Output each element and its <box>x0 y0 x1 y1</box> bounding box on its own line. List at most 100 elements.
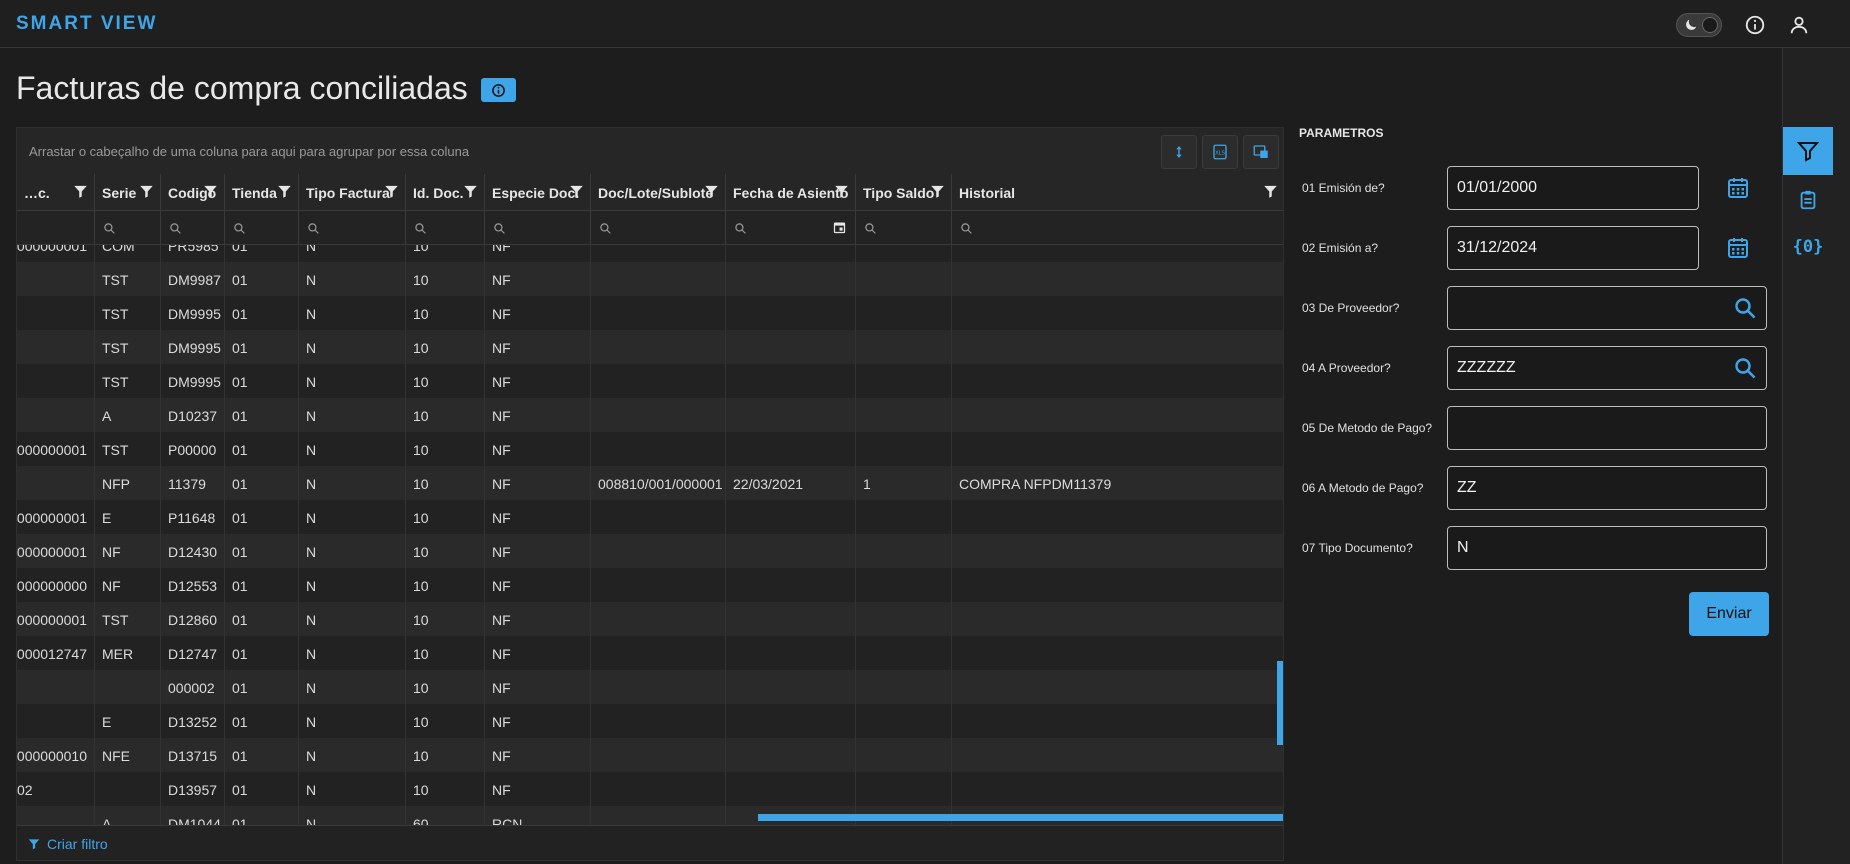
cell-historial <box>952 500 1283 534</box>
info-icon[interactable] <box>1744 14 1766 36</box>
calendar-icon[interactable] <box>832 220 847 235</box>
table-row[interactable]: 02 D13957 01 N 10 NF <box>17 772 1283 806</box>
column-header-label: Tipo Factura <box>306 185 390 201</box>
column-filter-icon[interactable] <box>463 184 478 199</box>
table-row[interactable]: 0000000001NFD1243001N10NF <box>17 534 1283 568</box>
column-header-doc-prefix[interactable]: …c. <box>17 174 95 211</box>
submit-button[interactable]: Enviar <box>1689 592 1769 636</box>
column-header-tipo-saldo[interactable]: Tipo Saldo <box>856 174 952 211</box>
cell-tienda: 01 <box>225 466 299 500</box>
cell-id-doc: 10 <box>406 534 485 568</box>
cell-tipo-saldo <box>856 398 952 432</box>
column-filter-icon[interactable] <box>139 184 154 199</box>
column-header-tipo-factura[interactable]: Tipo Factura <box>299 174 406 211</box>
table-row[interactable]: 0000012747MERD1274701N10NF <box>17 636 1283 670</box>
group-panel[interactable]: Arrastar o cabeçalho de uma coluna para … <box>17 128 1283 174</box>
column-header-especie-doc[interactable]: Especie Doc. <box>485 174 591 211</box>
column-header-serie[interactable]: Serie <box>95 174 161 211</box>
filter-input-tipo-factura[interactable] <box>299 211 406 245</box>
column-filter-icon[interactable] <box>1263 184 1278 199</box>
column-filter-icon[interactable] <box>203 184 218 199</box>
column-filter-icon[interactable] <box>569 184 584 199</box>
column-filter-icon[interactable] <box>73 184 88 199</box>
a-proveedor-input[interactable]: ZZZZZZ <box>1447 346 1767 390</box>
cell-serie: MER <box>95 636 161 670</box>
table-row[interactable]: 0000000001EP1164801N10NF <box>17 500 1283 534</box>
user-icon[interactable] <box>1788 14 1810 36</box>
search-icon <box>308 223 319 234</box>
column-header-tienda[interactable]: Tienda <box>225 174 299 211</box>
right-rail: {0} <box>1782 48 1850 864</box>
group-hint: Arrastar o cabeçalho de uma coluna para … <box>29 144 470 159</box>
table-row[interactable]: NFP 11379 01 N 10 NF 008810/001/000001 22/03/20… <box>17 466 1283 500</box>
cell-historial <box>952 398 1283 432</box>
emision-de-input[interactable]: 01/01/2000 <box>1447 166 1699 210</box>
rail-variables-button[interactable]: {0} <box>1783 223 1833 271</box>
param-row-de-metodo-pago: 05 De Metodo de Pago? <box>1290 406 1780 450</box>
theme-toggle[interactable] <box>1676 13 1722 37</box>
filter-input-tienda[interactable] <box>225 211 299 245</box>
column-filter-icon[interactable] <box>930 184 945 199</box>
tipo-documento-input[interactable]: N <box>1447 526 1767 570</box>
filter-input-fecha-asiento[interactable] <box>726 211 856 245</box>
filter-input-especie-doc[interactable] <box>485 211 591 245</box>
create-filter-button[interactable]: Criar filtro <box>27 836 108 852</box>
table-row[interactable]: E D13252 01 N 10 NF <box>17 704 1283 738</box>
param-row-a-metodo-pago: 06 A Metodo de Pago? ZZ <box>1290 466 1780 510</box>
a-metodo-pago-input[interactable]: ZZ <box>1447 466 1767 510</box>
table-row[interactable]: 000000010 NFE D13715 01 N 10 NF <box>17 738 1283 772</box>
title-info-button[interactable] <box>481 78 516 102</box>
param-row-a-proveedor: 04 A Proveedor? ZZZZZZ <box>1290 346 1780 390</box>
de-proveedor-input[interactable] <box>1447 286 1767 330</box>
column-filter-icon[interactable] <box>704 184 719 199</box>
filter-input-tipo-saldo[interactable] <box>856 211 952 245</box>
export-screen-button[interactable] <box>1243 135 1279 169</box>
cell-tienda: 01 <box>225 245 299 262</box>
column-header-fecha-asiento[interactable]: Fecha de Asiento <box>726 174 856 211</box>
table-row[interactable]: TST DM9995 01 N 10 NF <box>17 296 1283 330</box>
cell-doc-prefix: 0000012747 <box>17 636 95 670</box>
table-row[interactable]: 000002 01 N 10 NF <box>17 670 1283 704</box>
column-header-id-doc[interactable]: Id. Doc. <box>406 174 485 211</box>
table-row[interactable]: 0000000001TSTP0000001N10NF <box>17 432 1283 466</box>
cell-id-doc: 10 <box>406 704 485 738</box>
column-header-codigo[interactable]: Codigo <box>161 174 225 211</box>
column-filter-icon[interactable] <box>834 184 849 199</box>
cell-tienda: 01 <box>225 772 299 806</box>
filter-input-serie[interactable] <box>95 211 161 245</box>
table-row[interactable]: A D10237 01 N 10 NF <box>17 398 1283 432</box>
de-metodo-pago-input[interactable] <box>1447 406 1767 450</box>
search-icon[interactable] <box>1733 356 1757 380</box>
table-row[interactable]: TST DM9987 01 N 10 NF <box>17 262 1283 296</box>
filter-input-doc-prefix[interactable] <box>17 211 95 245</box>
filter-input-doc-lote-sublote[interactable] <box>591 211 726 245</box>
column-filter-icon[interactable] <box>277 184 292 199</box>
table-row[interactable]: 0000000001TSTD1286001N10NF <box>17 602 1283 636</box>
table-row[interactable]: 0000000000NFD1255301N10NF <box>17 568 1283 602</box>
column-header-historial[interactable]: Historial <box>952 174 1283 211</box>
rail-filter-button[interactable] <box>1783 127 1833 175</box>
column-chooser-button[interactable] <box>1161 135 1197 169</box>
column-header-doc-lote-sublote[interactable]: Doc/Lote/Sublote <box>591 174 726 211</box>
export-excel-button[interactable]: XLS <box>1202 135 1238 169</box>
cell-id-doc: 10 <box>406 432 485 466</box>
table-row[interactable]: 0000000001COMPR598501N10NF <box>17 245 1283 262</box>
filter-input-historial[interactable] <box>952 211 1283 245</box>
table-row[interactable]: TST DM9995 01 N 10 NF <box>17 364 1283 398</box>
filter-input-id-doc[interactable] <box>406 211 485 245</box>
brand-logo[interactable]: SMART VIEW <box>16 13 157 35</box>
column-filter-icon[interactable] <box>384 184 399 199</box>
data-grid: Arrastar o cabeçalho de uma coluna para … <box>16 127 1284 861</box>
cell-tienda: 01 <box>225 262 299 296</box>
filter-input-codigo[interactable] <box>161 211 225 245</box>
vertical-scrollbar[interactable] <box>1277 661 1283 745</box>
cell-tipo-factura: N <box>299 738 406 772</box>
table-row[interactable]: TST DM9995 01 N 10 NF <box>17 330 1283 364</box>
calendar-icon[interactable] <box>1726 176 1750 200</box>
calendar-icon[interactable] <box>1726 236 1750 260</box>
emision-a-input[interactable]: 31/12/2024 <box>1447 226 1699 270</box>
rail-clipboard-button[interactable] <box>1783 176 1833 224</box>
cell-doc-prefix: 0000000001 <box>17 432 95 466</box>
horizontal-scrollbar[interactable] <box>758 814 1283 821</box>
search-icon[interactable] <box>1733 296 1757 320</box>
